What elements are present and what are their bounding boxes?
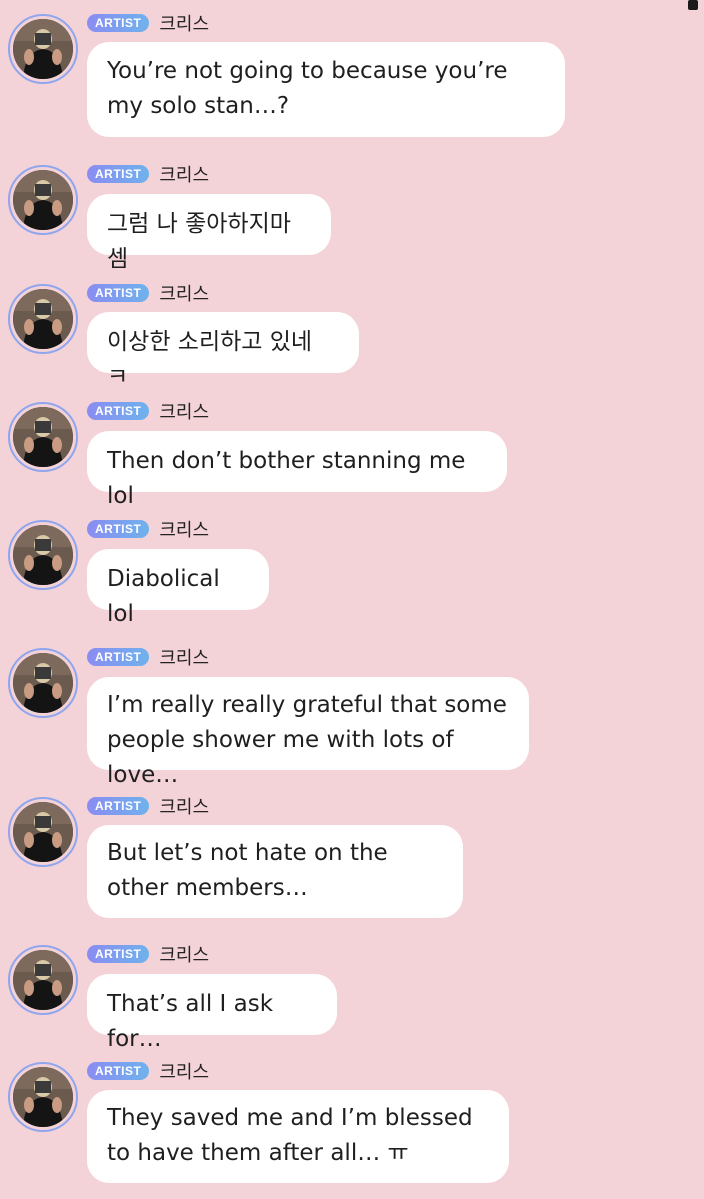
message-header: ARTIST 크리스 — [87, 161, 209, 187]
message-header: ARTIST 크리스 — [87, 280, 209, 306]
message-bubble[interactable]: 그럼 나 좋아하지마셈 — [87, 194, 331, 272]
message-bubble[interactable]: They saved me and I’m blessed to have th… — [87, 1090, 509, 1183]
avatar[interactable] — [8, 14, 78, 84]
artist-badge: ARTIST — [87, 945, 150, 963]
message-header: ARTIST 크리스 — [87, 644, 209, 670]
sender-name[interactable]: 크리스 — [159, 398, 209, 424]
sender-name[interactable]: 크리스 — [159, 280, 209, 306]
message-header: ARTIST 크리스 — [87, 10, 209, 36]
sender-name[interactable]: 크리스 — [159, 1058, 209, 1084]
artist-badge: ARTIST — [87, 648, 150, 666]
sender-name[interactable]: 크리스 — [159, 644, 209, 670]
avatar-photo — [13, 653, 73, 713]
artist-badge: ARTIST — [87, 14, 150, 32]
avatar-photo — [13, 289, 73, 349]
message-header: ARTIST 크리스 — [87, 398, 209, 424]
message-bubble[interactable]: I’m really really grateful that some peo… — [87, 677, 529, 788]
artist-badge: ARTIST — [87, 284, 150, 302]
artist-badge: ARTIST — [87, 797, 150, 815]
sender-name[interactable]: 크리스 — [159, 941, 209, 967]
avatar[interactable] — [8, 648, 78, 718]
message-header: ARTIST 크리스 — [87, 516, 209, 542]
avatar[interactable] — [8, 797, 78, 867]
avatar-photo — [13, 407, 73, 467]
message-bubble[interactable]: Then don’t bother stanning me lol — [87, 431, 507, 509]
avatar-photo — [13, 170, 73, 230]
avatar-photo — [13, 19, 73, 79]
artist-badge: ARTIST — [87, 165, 150, 183]
message-bubble[interactable]: That’s all I ask for… — [87, 974, 337, 1052]
avatar[interactable] — [8, 402, 78, 472]
message-bubble[interactable]: Diabolical lol — [87, 549, 269, 627]
sender-name[interactable]: 크리스 — [159, 161, 209, 187]
artist-badge: ARTIST — [87, 1062, 150, 1080]
sender-name[interactable]: 크리스 — [159, 516, 209, 542]
message-bubble[interactable]: 이상한 소리하고 있네 ㅋ — [87, 312, 359, 390]
sender-name[interactable]: 크리스 — [159, 793, 209, 819]
avatar[interactable] — [8, 520, 78, 590]
avatar-photo — [13, 802, 73, 862]
message-header: ARTIST 크리스 — [87, 941, 209, 967]
message-header: ARTIST 크리스 — [87, 1058, 209, 1084]
avatar-photo — [13, 1067, 73, 1127]
avatar[interactable] — [8, 1062, 78, 1132]
camera-cutout — [688, 0, 698, 10]
avatar-photo — [13, 950, 73, 1010]
avatar[interactable] — [8, 945, 78, 1015]
artist-badge: ARTIST — [87, 520, 150, 538]
avatar-photo — [13, 525, 73, 585]
message-bubble[interactable]: But let’s not hate on the other members… — [87, 825, 463, 918]
avatar[interactable] — [8, 284, 78, 354]
message-header: ARTIST 크리스 — [87, 793, 209, 819]
message-bubble[interactable]: You’re not going to because you’re my so… — [87, 42, 565, 137]
avatar[interactable] — [8, 165, 78, 235]
sender-name[interactable]: 크리스 — [159, 10, 209, 36]
artist-badge: ARTIST — [87, 402, 150, 420]
